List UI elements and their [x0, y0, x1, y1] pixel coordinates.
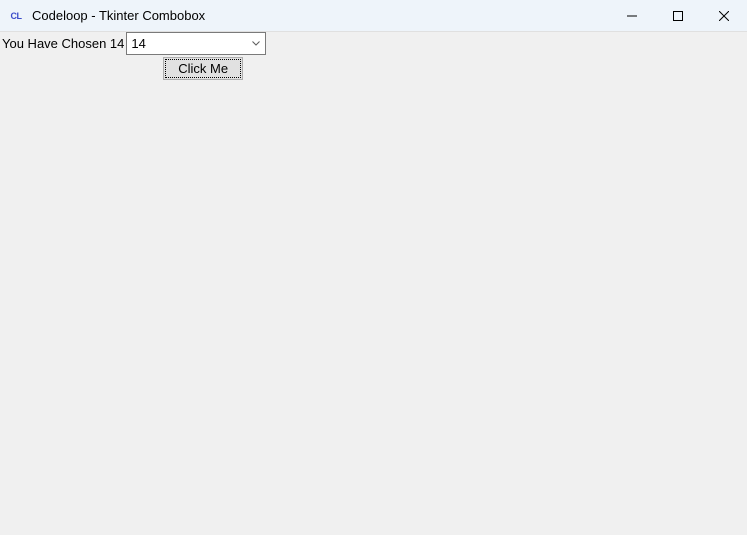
number-combobox[interactable]: 14 — [126, 32, 266, 55]
content-grid: You Have Chosen 14 14 Click Me — [0, 32, 266, 80]
maximize-button[interactable] — [655, 0, 701, 32]
close-icon — [719, 11, 729, 21]
minimize-button[interactable] — [609, 0, 655, 32]
chevron-down-icon — [247, 33, 265, 54]
minimize-icon — [627, 11, 637, 21]
client-area: You Have Chosen 14 14 Click Me — [0, 32, 747, 535]
window-title: Codeloop - Tkinter Combobox — [32, 8, 205, 23]
titlebar-left: CL Codeloop - Tkinter Combobox — [8, 8, 205, 24]
titlebar: CL Codeloop - Tkinter Combobox — [0, 0, 747, 32]
app-icon: CL — [8, 8, 24, 24]
chosen-label: You Have Chosen 14 — [0, 34, 125, 53]
combobox-value: 14 — [127, 36, 247, 51]
window-controls — [609, 0, 747, 31]
click-me-button[interactable]: Click Me — [163, 57, 243, 80]
row-button: Click Me — [0, 57, 266, 80]
app-window: CL Codeloop - Tkinter Combobox You Have … — [0, 0, 747, 535]
maximize-icon — [673, 11, 683, 21]
close-button[interactable] — [701, 0, 747, 32]
row-combo: You Have Chosen 14 14 — [0, 32, 266, 55]
